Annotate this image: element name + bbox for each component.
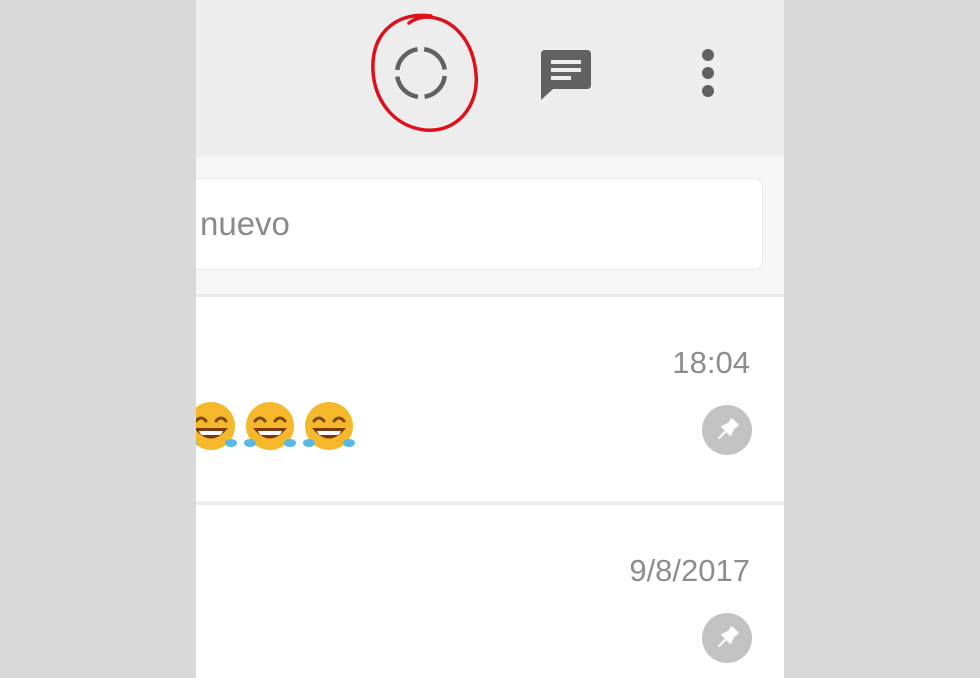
pin-icon	[717, 418, 739, 440]
more-options-button[interactable]	[684, 42, 732, 106]
status-button[interactable]	[389, 41, 453, 105]
new-chat-icon	[541, 50, 591, 100]
status-icon	[394, 46, 448, 100]
face-with-tears-of-joy-icon	[244, 402, 296, 450]
pinned-badge	[702, 613, 752, 663]
chat-timestamp: 18:04	[672, 345, 750, 380]
chat-list-item[interactable]: 9/8/2017	[196, 505, 784, 678]
screenshot-frame: 18:04 9/8/2017	[0, 0, 980, 678]
chat-timestamp: 9/8/2017	[629, 553, 750, 588]
pinned-badge	[702, 405, 752, 455]
new-chat-button[interactable]	[533, 42, 597, 106]
pin-icon	[717, 626, 739, 648]
chat-app-panel: 18:04 9/8/2017	[196, 0, 784, 678]
search-box[interactable]	[196, 179, 762, 269]
chat-list-item[interactable]: 18:04	[196, 297, 784, 501]
face-with-tears-of-joy-icon	[303, 402, 355, 450]
message-preview	[196, 399, 359, 461]
more-options-icon	[702, 49, 714, 97]
search-area	[196, 157, 784, 294]
face-with-tears-of-joy-icon	[196, 402, 237, 450]
app-header	[196, 0, 784, 157]
search-input[interactable]	[196, 193, 762, 255]
